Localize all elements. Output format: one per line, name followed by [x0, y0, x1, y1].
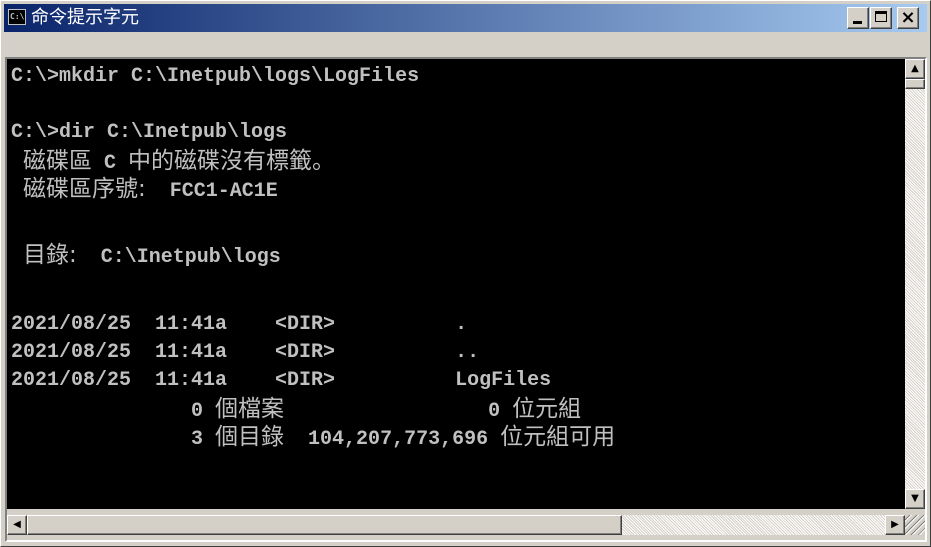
console-line: 目錄: C:\Inetpub\logs [11, 243, 281, 270]
close-icon: × [900, 7, 916, 28]
vertical-scroll-thumb[interactable] [905, 79, 925, 89]
minimize-icon [853, 21, 862, 24]
console-text: 2021/08/25 11:41a <DIR> LogFiles [11, 369, 552, 392]
minimize-button[interactable] [847, 7, 869, 29]
console-text: 104,207,773,696 [284, 428, 501, 451]
maximize-button[interactable] [870, 7, 892, 29]
window-title: 命令提示字元 [31, 7, 139, 28]
console-line: C:\>dir C:\Inetpub\logs [11, 121, 287, 145]
console-window: C:\ 命令提示字元 × C:\>mkdir C:\Inetpub\logs\L… [0, 0, 931, 547]
console-text: 中的磁碟沒有標籤。 [128, 148, 336, 174]
console-text: C:\>mkdir C:\Inetpub\logs\LogFiles [11, 65, 420, 88]
console-text: 0 [11, 400, 216, 423]
console-text: 磁碟區序號: [23, 176, 146, 202]
scroll-left-button[interactable]: ◀ [7, 515, 27, 535]
console-text: C [92, 152, 129, 175]
console-line: 磁碟區 C 中的磁碟沒有標籤。 [11, 149, 335, 176]
console-line: 2021/08/25 11:41a <DIR> LogFiles [11, 369, 551, 393]
console-line: 磁碟區序號: FCC1-AC1E [11, 177, 278, 204]
console-text: 3 [11, 428, 216, 451]
maximize-icon [875, 11, 887, 22]
resize-grip[interactable] [905, 515, 925, 535]
console-text: 0 [284, 400, 513, 423]
scroll-up-button[interactable]: ▲ [905, 59, 925, 79]
console-text: 2021/08/25 11:41a <DIR> .. [11, 341, 480, 364]
horizontal-scroll-thumb[interactable] [27, 515, 622, 535]
console-text: 目錄: [23, 242, 77, 268]
close-button[interactable]: × [897, 7, 919, 29]
console-text: 個目錄 [215, 424, 285, 450]
console-text: 2021/08/25 11:41a <DIR> . [11, 313, 468, 336]
title-bar[interactable]: C:\ 命令提示字元 × [4, 4, 927, 32]
console-text: C:\Inetpub\logs [76, 246, 281, 269]
console-line: C:\>mkdir C:\Inetpub\logs\LogFiles [11, 65, 419, 89]
scroll-right-button[interactable]: ▶ [885, 515, 905, 535]
vertical-scrollbar[interactable]: ▲ ▼ [905, 59, 925, 509]
console-line: 0 個檔案 0 位元組 [11, 397, 581, 424]
console-line: 2021/08/25 11:41a <DIR> .. [11, 341, 479, 365]
console-icon[interactable]: C:\ [8, 9, 26, 25]
console-text: FCC1-AC1E [145, 180, 278, 203]
console-text: C:\>dir C:\Inetpub\logs [11, 121, 288, 144]
console-output[interactable]: C:\>mkdir C:\Inetpub\logs\LogFiles C:\>di… [7, 59, 905, 509]
console-text: 磁碟區 [23, 148, 93, 174]
scroll-down-button[interactable]: ▼ [905, 489, 925, 509]
console-line: 3 個目錄 104,207,773,696 位元組可用 [11, 425, 615, 452]
console-text: 個檔案 [215, 396, 285, 422]
horizontal-scrollbar[interactable]: ◀ ▶ [7, 515, 905, 535]
console-text: 位元組 [512, 396, 582, 422]
console-text: 位元組可用 [500, 424, 616, 450]
console-line: 2021/08/25 11:41a <DIR> . [11, 313, 467, 337]
